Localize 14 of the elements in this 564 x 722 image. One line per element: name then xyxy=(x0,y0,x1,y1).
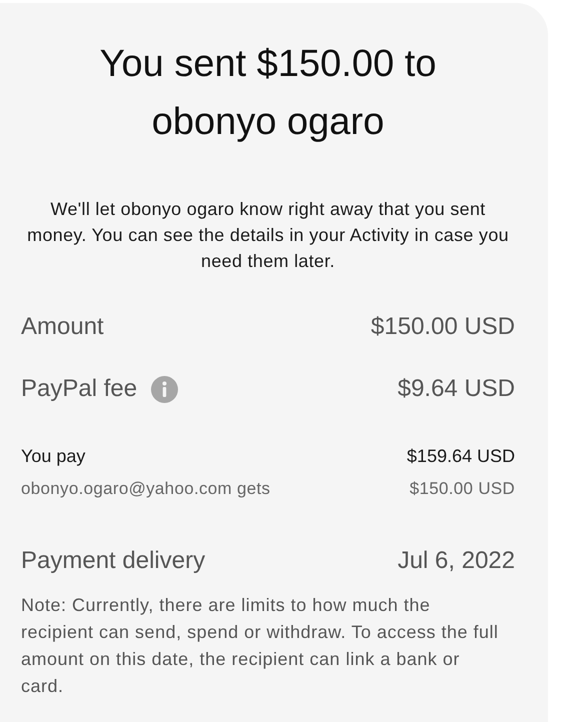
row-label: obonyo.ogaro@yahoo.com gets xyxy=(21,478,270,500)
row-label: PayPal fee xyxy=(21,374,138,404)
delivery-note: Note: Currently, there are limits to how much the recipient can send, spend or withdraw. To access the full amount on this date, the recipient can link a bank or card. xyxy=(21,594,500,698)
row-value: $150.00 USD xyxy=(370,312,515,342)
row-value: Jul 6, 2022 xyxy=(398,546,515,576)
row-value: $159.64 USD xyxy=(406,444,515,468)
confirmation-title: You sent $150.00 to obonyo ogaro xyxy=(98,42,438,145)
info-icon[interactable] xyxy=(151,376,178,402)
row-label: Payment delivery xyxy=(21,546,206,576)
row-value: $9.64 USD xyxy=(398,374,515,404)
row-label: You pay xyxy=(21,444,86,468)
row-label: Amount xyxy=(21,312,104,342)
confirmation-message: We'll let obonyo ogaro know right away that you sent money. You can see the details in your Activity in case you need them later. xyxy=(26,198,510,273)
row-value: $150.00 USD xyxy=(410,478,515,500)
